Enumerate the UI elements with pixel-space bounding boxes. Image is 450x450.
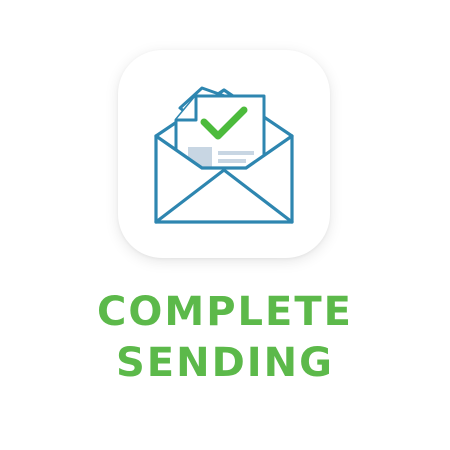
paper-line-1 [218,151,254,155]
stage: COMPLETE SENDING [0,0,450,450]
paper-line-2 [218,159,246,163]
app-icon-card [118,50,330,258]
caption-line-1: COMPLETE [97,289,353,335]
envelope-checkmark-icon [154,86,294,224]
caption-line-2: SENDING [115,340,334,386]
